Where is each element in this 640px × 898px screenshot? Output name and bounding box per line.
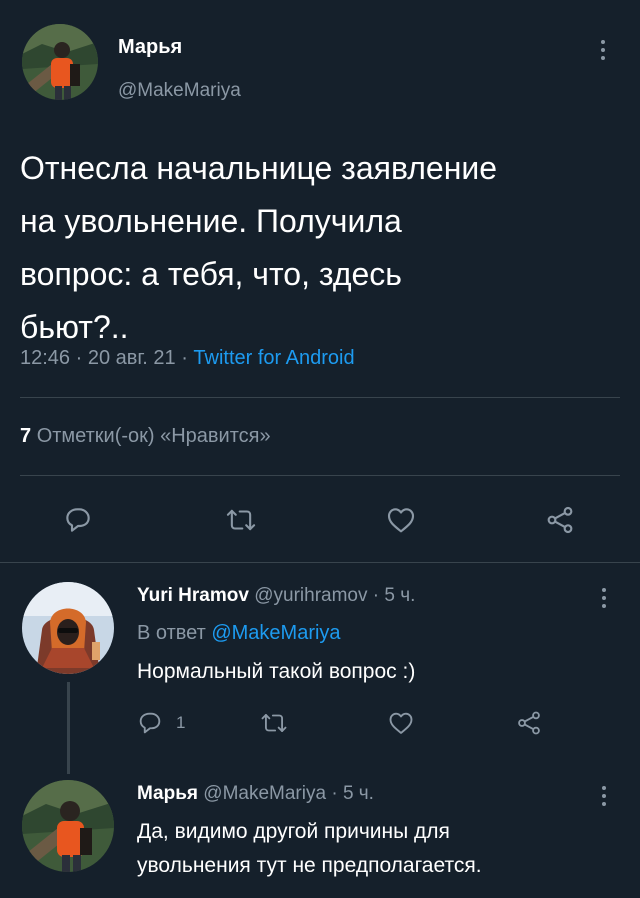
meta-separator: · [181, 347, 188, 369]
reply-icon [139, 712, 161, 734]
tweet-date[interactable]: 20 авг. 21 [88, 347, 176, 369]
reply-to-handle[interactable]: @MakeMariya [211, 622, 340, 644]
likes-count: 7 [20, 425, 32, 447]
avatar[interactable] [22, 780, 114, 872]
thread-line [67, 682, 70, 774]
author-name[interactable]: Марья [118, 36, 182, 59]
more-icon[interactable] [601, 588, 607, 608]
more-icon[interactable] [600, 40, 606, 60]
tweet-text-line: Отнесла начальнице заявление [20, 150, 498, 186]
avatar[interactable] [22, 24, 98, 100]
tweet-time[interactable]: 12:46 [20, 347, 70, 369]
author-handle[interactable]: @MakeMariya [118, 80, 241, 102]
tweet-text-line: вопрос: а тебя, что, здесь [20, 256, 402, 292]
divider [0, 562, 640, 563]
author-name[interactable]: Марья [137, 783, 198, 804]
reply-header: Марья @MakeMariya · 5 ч. [137, 783, 374, 805]
reply-to: В ответ @MakeMariya [137, 622, 341, 645]
tweet-source[interactable]: Twitter for Android [193, 347, 354, 369]
reply-text-line: Да, видимо другой причины для [137, 820, 450, 843]
reply-text: Нормальный такой вопрос :) [137, 660, 416, 683]
author-handle[interactable]: @MakeMariya [203, 783, 326, 804]
tweet-time[interactable]: 5 ч. [384, 585, 415, 606]
reply-button[interactable] [62, 504, 94, 536]
author-name[interactable]: Yuri Hramov [137, 585, 249, 606]
tweet-meta: 12:46 · 20 авг. 21 · Twitter for Android [20, 347, 355, 370]
retweet-button[interactable] [259, 709, 289, 737]
tweet-text-line: на увольнение. Получила [20, 203, 402, 239]
meta-separator: · [331, 783, 338, 804]
like-icon [387, 508, 415, 533]
meta-separator: · [372, 585, 380, 606]
reply-icon [66, 508, 90, 532]
reply-text-line: увольнения тут не предполагается. [137, 854, 482, 877]
reply-header: Yuri Hramov @yurihramov · 5 ч. [137, 585, 415, 607]
like-button[interactable] [386, 709, 416, 737]
author-handle[interactable]: @yurihramov [254, 585, 367, 606]
share-button[interactable] [515, 709, 543, 737]
divider [20, 475, 620, 476]
tweet-text: Отнесла начальнице заявление на увольнен… [20, 142, 630, 354]
share-icon [547, 506, 573, 534]
share-icon [518, 711, 540, 735]
reply-to-label: В ответ [137, 622, 206, 644]
reply-button[interactable]: 1 [136, 709, 185, 737]
more-icon[interactable] [601, 786, 607, 806]
share-button[interactable] [544, 504, 576, 536]
reply-count: 1 [176, 713, 186, 732]
like-button[interactable] [384, 504, 418, 536]
tweet-time[interactable]: 5 ч. [343, 783, 374, 804]
reply-text: Да, видимо другой причины для увольнения… [137, 815, 482, 883]
like-icon [389, 712, 413, 734]
divider [20, 397, 620, 398]
likes-label: Отметки(-ок) «Нравится» [36, 425, 271, 447]
retweet-icon [226, 509, 256, 531]
avatar[interactable] [22, 582, 114, 674]
likes-summary[interactable]: 7 Отметки(-ок) «Нравится» [20, 425, 271, 448]
retweet-icon [261, 714, 287, 732]
retweet-button[interactable] [224, 504, 258, 536]
meta-separator: · [75, 347, 83, 369]
